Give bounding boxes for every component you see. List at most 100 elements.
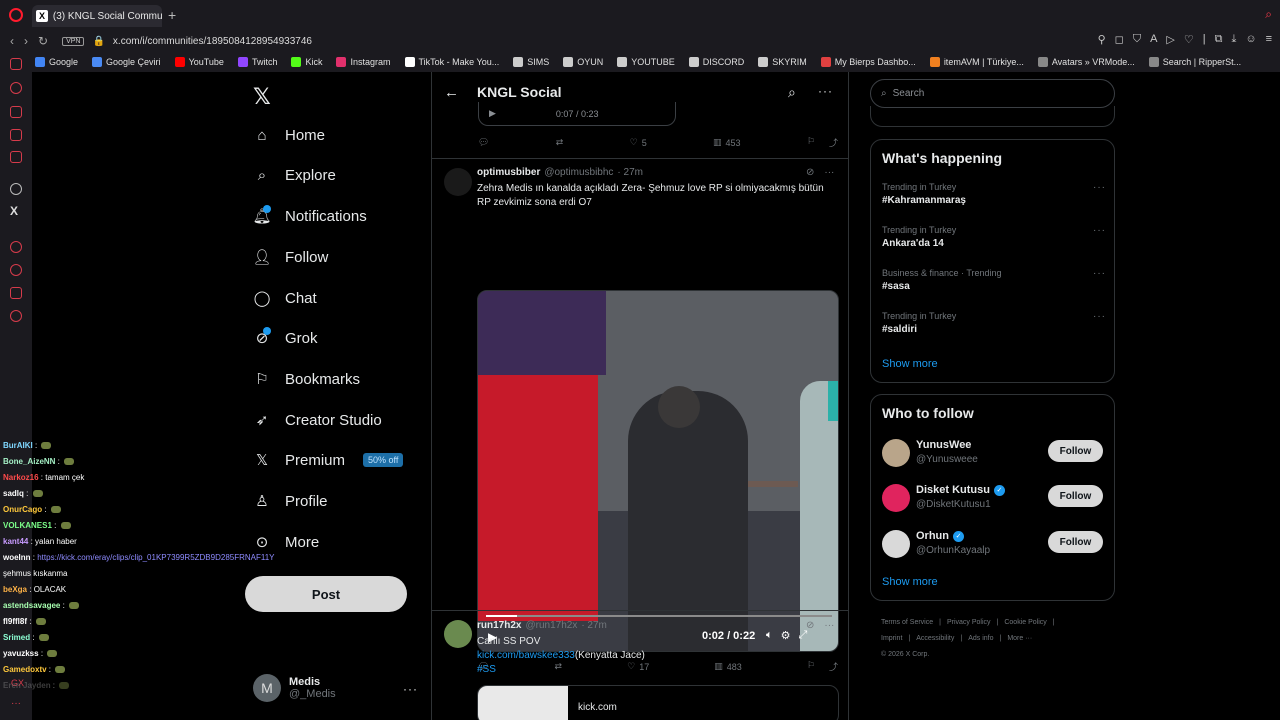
footer-link[interactable]: Ads info: [968, 635, 993, 642]
x-logo-icon[interactable]: 𝕏: [253, 84, 271, 110]
footer-link[interactable]: Imprint: [881, 635, 902, 642]
footer-link[interactable]: Terms of Service: [881, 619, 933, 626]
views-button[interactable]: ▥ 453: [713, 137, 741, 148]
chat-username[interactable]: astendsavagee: [3, 601, 60, 610]
avatar[interactable]: [882, 484, 910, 512]
opera-logo-icon[interactable]: [9, 8, 23, 22]
cube-icon[interactable]: [10, 287, 22, 299]
bookmark-item[interactable]: Instagram: [336, 57, 391, 67]
chat-username[interactable]: woelnn: [3, 553, 31, 562]
chatgpt-icon[interactable]: [10, 183, 22, 195]
nav-item-home[interactable]: ⌂ Home: [253, 121, 325, 149]
chat-username[interactable]: Srimed: [3, 633, 30, 642]
tweet-more-icon[interactable]: ···: [824, 167, 834, 178]
chat-username[interactable]: Narkoz16: [3, 473, 39, 482]
chat-username[interactable]: fl9ffl8f: [3, 617, 27, 626]
chat-username[interactable]: Eren Jayden: [3, 681, 51, 690]
nav-item-explore[interactable]: ⌕ Explore: [253, 161, 336, 189]
clock-icon[interactable]: [10, 241, 22, 253]
vpn-badge[interactable]: VPN: [62, 36, 85, 46]
chat-username[interactable]: Bone_AizeNN: [3, 457, 55, 466]
trend-more-icon[interactable]: ···: [1093, 311, 1106, 322]
trend-item[interactable]: Trending in Turkey #Kahramanmaraş ···: [882, 182, 1106, 206]
settings-icon[interactable]: [10, 310, 22, 322]
chat-username[interactable]: VOLKANES1: [3, 521, 52, 530]
chat-username[interactable]: sadlq: [3, 489, 24, 498]
forward-arrow-icon[interactable]: ›: [24, 34, 28, 48]
avatar[interactable]: [444, 620, 472, 648]
bookmark-item[interactable]: OYUN: [563, 57, 603, 67]
nav-item-notifications[interactable]: 🔔︎ Notifications: [252, 202, 367, 230]
lock-icon[interactable]: 🔒: [92, 36, 104, 47]
avatar[interactable]: [444, 168, 472, 196]
heart-icon[interactable]: ♡: [1184, 33, 1194, 46]
nav-item-creator-studio[interactable]: ➶ Creator Studio: [253, 406, 382, 434]
account-icon[interactable]: ☺: [1245, 33, 1256, 46]
follow-suggestion[interactable]: Disket Kutusu ✓ @DisketKutusu1 Follow: [882, 482, 1106, 516]
footer-link[interactable]: More ···: [1007, 635, 1032, 642]
bookmark-item[interactable]: Kick: [291, 57, 322, 67]
share-icon[interactable]: ⤴: [829, 136, 838, 149]
timer-icon[interactable]: [10, 264, 22, 276]
chat-username[interactable]: yavuzkss: [3, 649, 39, 658]
like-button[interactable]: ♡ 5: [630, 137, 647, 148]
nav-item-grok[interactable]: ⊘ Grok: [253, 324, 318, 352]
follow-suggestion[interactable]: YunusWee @Yunusweee Follow: [882, 437, 1106, 471]
footer-link[interactable]: Privacy Policy: [947, 619, 991, 626]
more-icon[interactable]: ···: [818, 84, 833, 98]
history-icon[interactable]: [10, 82, 22, 94]
url-field[interactable]: x.com/i/communities/1895084128954933746: [113, 36, 312, 47]
footer-link[interactable]: © 2026 X Corp.: [881, 651, 929, 658]
tweet[interactable]: optimusbiber @optimusbibhc · 27m ⊘ ··· Z…: [432, 158, 848, 672]
tweet-more-icon[interactable]: ···: [824, 620, 834, 631]
bookmark-item[interactable]: Twitch: [237, 57, 277, 67]
trend-more-icon[interactable]: ···: [1093, 225, 1106, 236]
chat-username[interactable]: OnurCago: [3, 505, 42, 514]
trend-more-icon[interactable]: ···: [1093, 268, 1106, 279]
bookmark-item[interactable]: Google Çeviri: [92, 57, 161, 67]
tab-search-icon[interactable]: ⌕: [1265, 7, 1272, 22]
tweet-author-name[interactable]: run17h2x: [477, 620, 521, 631]
video-player[interactable]: ▶ 0:02 / 0:22 🔈︎ ⚙ ⤢: [477, 290, 839, 652]
chat-username[interactable]: beXga: [3, 585, 27, 594]
chat-link[interactable]: https://kick.com/eray/clips/clip_01KP739…: [37, 553, 274, 562]
wallet-icon[interactable]: [10, 106, 22, 118]
link-card[interactable]: kick.com: [477, 685, 839, 720]
account-more-icon[interactable]: ···: [403, 682, 418, 696]
tweet-time[interactable]: · 27m: [581, 620, 607, 631]
tweet-author-handle[interactable]: @run17h2x: [525, 620, 577, 631]
nav-item-chat[interactable]: ◯ Chat: [253, 284, 317, 312]
trend-item[interactable]: Trending in Turkey #saldiri ···: [882, 311, 1106, 335]
pin-icon[interactable]: ⚲: [1098, 33, 1106, 46]
browser-tab[interactable]: X (3) KNGL Social Communi: [32, 5, 162, 27]
snapshot-icon[interactable]: ◻: [1115, 33, 1124, 46]
hashtag-link[interactable]: #SS: [477, 663, 833, 677]
show-more-link[interactable]: Show more: [882, 576, 938, 588]
tweet-author-handle[interactable]: @optimusbibhc: [544, 167, 613, 178]
footer-link[interactable]: Accessibility: [916, 635, 954, 642]
avatar[interactable]: [882, 530, 910, 558]
retweet-icon[interactable]: ⇄: [556, 137, 564, 148]
download-icon[interactable]: ⤓: [1231, 33, 1236, 46]
nav-item-bookmarks[interactable]: ⚐ Bookmarks: [253, 365, 360, 393]
bookmark-item[interactable]: itemAVM | Türkiye...: [929, 57, 1024, 67]
messenger-icon[interactable]: [10, 58, 22, 70]
bookmark-item[interactable]: TikTok - Make You...: [404, 57, 499, 67]
new-tab-button[interactable]: +: [168, 7, 176, 23]
extensions-icon[interactable]: ⧉: [1215, 33, 1223, 46]
trend-more-icon[interactable]: ···: [1093, 182, 1106, 193]
trend-item[interactable]: Trending in Turkey Ankara'da 14 ···: [882, 225, 1106, 249]
follow-button[interactable]: Follow: [1048, 485, 1103, 507]
grok-icon[interactable]: ⊘: [806, 620, 814, 631]
follow-button[interactable]: Follow: [1048, 531, 1103, 553]
bookmark-item[interactable]: SKYRIM: [758, 57, 807, 67]
back-arrow-icon[interactable]: ←: [444, 84, 459, 101]
follow-suggestion[interactable]: Orhun ✓ @OrhunKayaalp Follow: [882, 528, 1106, 562]
shield-icon[interactable]: ⛉: [1133, 33, 1141, 46]
back-arrow-icon[interactable]: ‹: [10, 34, 14, 48]
bookmark-icon[interactable]: ⚐: [807, 136, 815, 149]
reload-icon[interactable]: ↻: [38, 34, 48, 48]
chat-username[interactable]: BurAIKI: [3, 441, 33, 450]
reply-icon[interactable]: 💬︎: [478, 137, 489, 148]
play-icon[interactable]: ▶: [489, 108, 496, 119]
